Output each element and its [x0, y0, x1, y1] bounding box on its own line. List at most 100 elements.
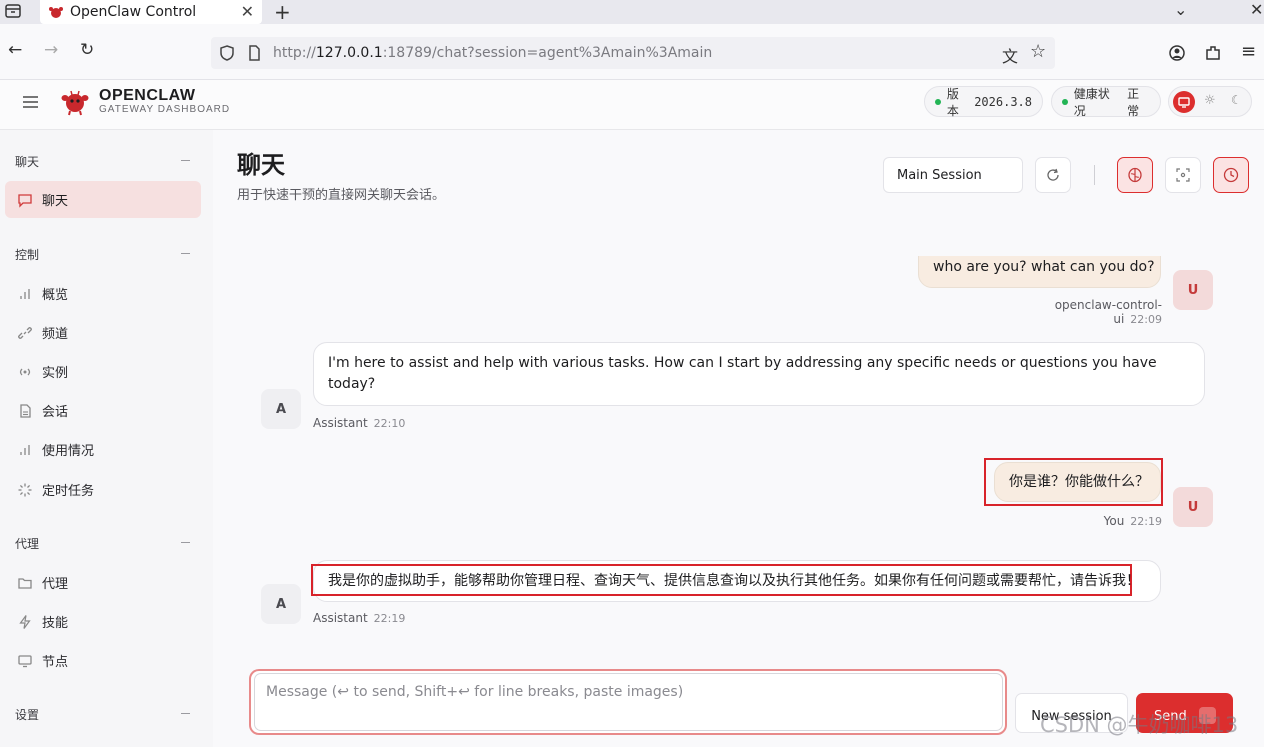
link-icon [18, 326, 32, 339]
sidebar-item-usage[interactable]: 使用情况 [5, 431, 201, 468]
message-time: 22:09 [1130, 313, 1162, 326]
sidebar-item-label: 技能 [42, 616, 69, 631]
sidebar-section-control: 控制 [15, 248, 40, 262]
message-text: 你是谁？你能做什么？ [1009, 474, 1149, 490]
message-time: 22:19 [373, 612, 406, 625]
forward-icon[interactable]: → [44, 40, 58, 60]
sidebar-item-sessions[interactable]: 会话 [5, 392, 201, 429]
message-meta: You 22:19 [1010, 514, 1162, 528]
message-text: who are you? what can you do? [933, 259, 1155, 275]
status-dot [1062, 98, 1068, 105]
bookmark-star-icon[interactable]: ☆ [1030, 41, 1046, 62]
monitor-icon [18, 654, 32, 667]
highlight-box: 我是你的虚拟助手，能够帮助你管理日程、查询天气、提供信息查询以及执行其他任务。如… [311, 564, 1140, 596]
page-title: 聊天 [237, 151, 285, 179]
folder-icon [18, 577, 32, 589]
focus-mode-button[interactable] [1165, 157, 1201, 193]
sidebar-item-label: 概览 [42, 288, 69, 303]
message-meta: Assistant 22:10 [313, 416, 405, 430]
tab-title: OpenClaw Control [70, 4, 197, 20]
shield-icon[interactable] [218, 44, 236, 62]
browser-tab[interactable]: OpenClaw Control ✕ [40, 0, 262, 24]
sun-icon[interactable]: ☼ [1204, 93, 1216, 108]
address-bar[interactable]: http://127.0.0.1:18789/chat?session=agen… [211, 37, 1055, 69]
refresh-icon [1047, 168, 1059, 181]
message-sender: Assistant [313, 611, 368, 625]
broadcast-icon [19, 368, 31, 375]
sidebar-item-nodes[interactable]: 节点 [5, 642, 201, 679]
loader-icon [18, 483, 32, 496]
brand-subtitle: GATEWAY DASHBOARD [99, 104, 231, 115]
session-select[interactable]: Main Session [883, 157, 1023, 193]
scroll-fade [918, 220, 1178, 256]
chevron-down-icon[interactable]: ⌄ [1174, 0, 1187, 19]
health-badge: 健康状况 正常 [1051, 86, 1161, 118]
avatar: U [1173, 270, 1213, 310]
sidebar-item-instances[interactable]: 实例 [5, 353, 201, 390]
tab-list-icon[interactable] [4, 2, 22, 20]
brain-icon [1128, 167, 1142, 183]
close-window-icon[interactable]: ✕ [1250, 0, 1263, 19]
reload-icon[interactable]: ↻ [80, 40, 94, 60]
message-sender: You [1103, 514, 1125, 528]
toolbar-divider [1094, 165, 1095, 185]
account-icon[interactable] [1168, 44, 1186, 62]
sidebar-item-label: 聊天 [42, 194, 69, 209]
bar-chart-icon [20, 288, 30, 299]
page-subtitle: 用于快速干预的直接网关聊天会话。 [237, 188, 446, 203]
history-toggle-button[interactable] [1213, 157, 1249, 193]
translate-icon[interactable]: 文 [1002, 43, 1018, 67]
new-tab-icon[interactable]: + [274, 0, 291, 24]
sidebar-item-agents[interactable]: 代理 [5, 564, 201, 601]
collapse-icon[interactable] [181, 160, 190, 161]
moon-icon[interactable]: ☾ [1231, 93, 1242, 107]
avatar: A [261, 584, 301, 624]
sidebar-item-label: 使用情况 [42, 444, 95, 459]
sidebar-item-label: 节点 [42, 655, 69, 670]
version-label: 版本 [946, 86, 959, 118]
collapse-icon[interactable] [181, 253, 190, 254]
sidebar-section-settings: 设置 [15, 708, 40, 722]
sidebar-item-skills[interactable]: 技能 [5, 603, 201, 640]
focus-icon [1176, 168, 1190, 182]
page-icon[interactable] [245, 44, 263, 62]
collapse-icon[interactable] [181, 542, 190, 543]
extensions-icon[interactable] [1204, 44, 1222, 62]
openclaw-favicon-icon [49, 7, 63, 18]
message-time: 22:10 [373, 417, 406, 430]
message-text: I'm here to assist and help with various… [328, 355, 1157, 392]
sidebar-item-label: 会话 [42, 405, 69, 420]
sidebar-item-label: 代理 [42, 577, 69, 592]
watermark: CSDN @牛奶咖啡13 [1040, 713, 1239, 737]
menu-icon[interactable]: ≡ [1241, 41, 1256, 62]
openclaw-logo-icon [61, 90, 89, 116]
close-tab-icon[interactable]: ✕ [241, 2, 254, 21]
hamburger-icon[interactable] [22, 95, 39, 109]
brand-name: OPENCLAW [99, 87, 196, 104]
message-input[interactable] [254, 673, 1003, 731]
sidebar-section-chat: 聊天 [15, 155, 40, 169]
sidebar-item-channels[interactable]: 频道 [5, 314, 201, 351]
health-value: 正常 [1127, 86, 1140, 118]
thinking-toggle-button[interactable] [1117, 157, 1153, 193]
collapse-icon[interactable] [181, 713, 190, 714]
message-time: 22:19 [1130, 515, 1162, 528]
status-dot [935, 98, 941, 105]
message-meta: Assistant 22:19 [313, 611, 405, 625]
url-path: :18789/chat?session=agent%3Amain%3Amain [382, 45, 713, 61]
avatar: U [1173, 487, 1213, 527]
message-text: 我是你的虚拟助手，能够帮助你管理日程、查询天气、提供信息查询以及执行其他任务。如… [328, 573, 1140, 589]
refresh-button[interactable] [1035, 157, 1071, 193]
message-bubble-user: 你是谁？你能做什么？ [994, 462, 1161, 502]
sidebar-item-cron-jobs[interactable]: 定时任务 [5, 471, 201, 508]
sidebar-item-chat[interactable]: 聊天 [5, 181, 201, 218]
sidebar-item-overview[interactable]: 概览 [5, 275, 201, 312]
sidebar-item-label: 频道 [42, 327, 69, 342]
back-icon[interactable]: ← [8, 40, 22, 60]
clock-icon [1223, 167, 1239, 183]
message-meta: openclaw-control-ui 22:09 [1010, 298, 1162, 326]
url-host: 127.0.0.1 [315, 45, 383, 61]
health-label: 健康状况 [1073, 86, 1110, 118]
document-icon [20, 403, 31, 418]
theme-system-button[interactable] [1173, 91, 1195, 113]
